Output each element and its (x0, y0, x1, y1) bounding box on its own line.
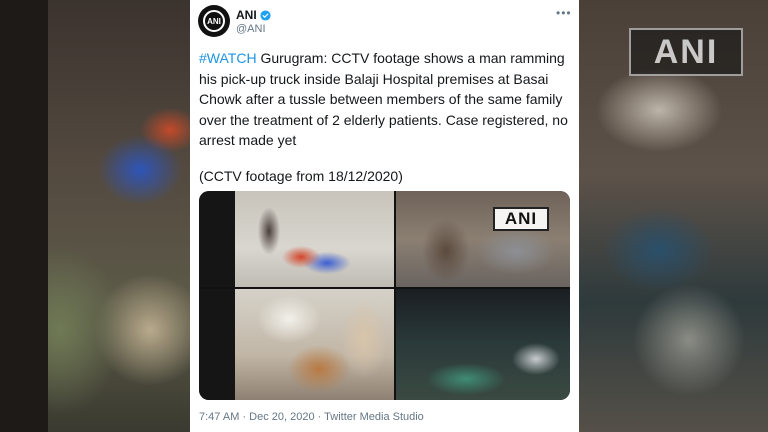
more-options-icon[interactable]: ••• (556, 6, 572, 20)
cctv-panel-2 (396, 191, 570, 287)
background-watermark: ANI (629, 28, 743, 76)
cctv-panel-1 (199, 191, 394, 287)
cctv-panel-3 (199, 289, 394, 400)
cctv-panel-4 (396, 289, 570, 400)
tweet-text: #WATCH Gurugram: CCTV footage shows a ma… (199, 48, 571, 151)
media-watermark-logo: ANI (493, 207, 549, 231)
tweet-subtext: (CCTV footage from 18/12/2020) (199, 168, 403, 184)
grid-divider-vertical (394, 191, 396, 400)
blurred-background-left (0, 0, 190, 432)
display-name[interactable]: ANI (236, 8, 257, 22)
blurred-background-right: ANI (579, 0, 768, 432)
grid-divider-horizontal (199, 287, 570, 289)
tweet-card[interactable]: ANI ANI @ANI ••• #WATCH Gurugram: CCTV f… (190, 0, 579, 432)
verified-badge-icon (260, 9, 271, 21)
avatar-logo: ANI (203, 10, 225, 32)
video-media[interactable]: ANI (199, 191, 570, 400)
author-name-row: ANI (236, 8, 271, 22)
avatar[interactable]: ANI (198, 5, 230, 37)
hashtag-link[interactable]: #WATCH (199, 50, 257, 66)
tweet-timestamp[interactable]: 7:47 AM · Dec 20, 2020 · Twitter Media S… (199, 411, 424, 423)
dark-edge (0, 0, 48, 432)
user-handle[interactable]: @ANI (236, 23, 266, 35)
